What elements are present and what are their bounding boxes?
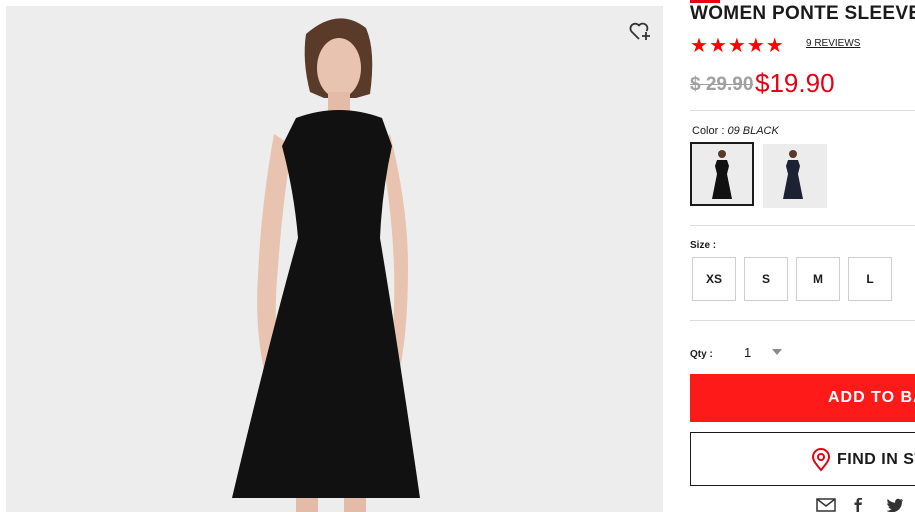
- size-option-l[interactable]: L: [848, 257, 892, 301]
- star-icon: ★: [727, 33, 746, 57]
- original-price: $ 29.90: [690, 74, 754, 95]
- size-label: Size :: [690, 240, 717, 251]
- divider: [690, 320, 915, 321]
- chevron-down-icon: [772, 349, 782, 355]
- product-info-panel: WOMEN PONTE SLEEVELESS FLARE DRESS ★ ★ ★…: [690, 0, 915, 512]
- model-photo: [6, 6, 663, 512]
- size-option-m[interactable]: M: [796, 257, 840, 301]
- swatch-thumbnail: [763, 144, 827, 208]
- color-label: Color : 09 BLACK: [692, 125, 779, 137]
- divider: [690, 110, 915, 111]
- map-pin-icon: [811, 448, 831, 472]
- color-label-text: Color :: [692, 125, 725, 137]
- email-icon[interactable]: [816, 498, 838, 512]
- quantity-value: 1: [744, 345, 752, 360]
- reviews-link[interactable]: 9 REVIEWS: [806, 38, 860, 49]
- product-main-image: [6, 6, 663, 512]
- size-option-xs[interactable]: XS: [692, 257, 736, 301]
- star-icon: ★: [690, 33, 708, 57]
- size-option-s[interactable]: S: [744, 257, 788, 301]
- star-icon: ★: [708, 33, 727, 57]
- swatch-thumbnail: [692, 144, 752, 204]
- star-icon: ★: [765, 33, 784, 57]
- color-swatch-black[interactable]: [690, 142, 754, 206]
- star-icon: ★: [746, 33, 765, 57]
- selected-color-value: 09 BLACK: [727, 125, 779, 137]
- facebook-icon[interactable]: [852, 498, 874, 512]
- twitter-icon[interactable]: [886, 498, 908, 512]
- rating-stars: ★ ★ ★ ★ ★: [690, 35, 785, 55]
- add-to-bag-button[interactable]: ADD TO BAG: [690, 374, 915, 422]
- quantity-label: Qty :: [690, 349, 713, 360]
- wishlist-heart-plus-icon[interactable]: [628, 20, 658, 46]
- quantity-select[interactable]: 1: [738, 340, 788, 364]
- find-in-store-button[interactable]: FIND IN STORE: [690, 432, 915, 486]
- divider: [690, 225, 915, 226]
- find-in-store-label: FIND IN STORE: [837, 451, 915, 468]
- product-title: WOMEN PONTE SLEEVELESS FLARE DRESS: [690, 3, 915, 24]
- add-to-bag-label: ADD TO BAG: [828, 389, 915, 406]
- color-swatch-navy[interactable]: [763, 144, 827, 208]
- sale-price: $19.90: [755, 68, 835, 98]
